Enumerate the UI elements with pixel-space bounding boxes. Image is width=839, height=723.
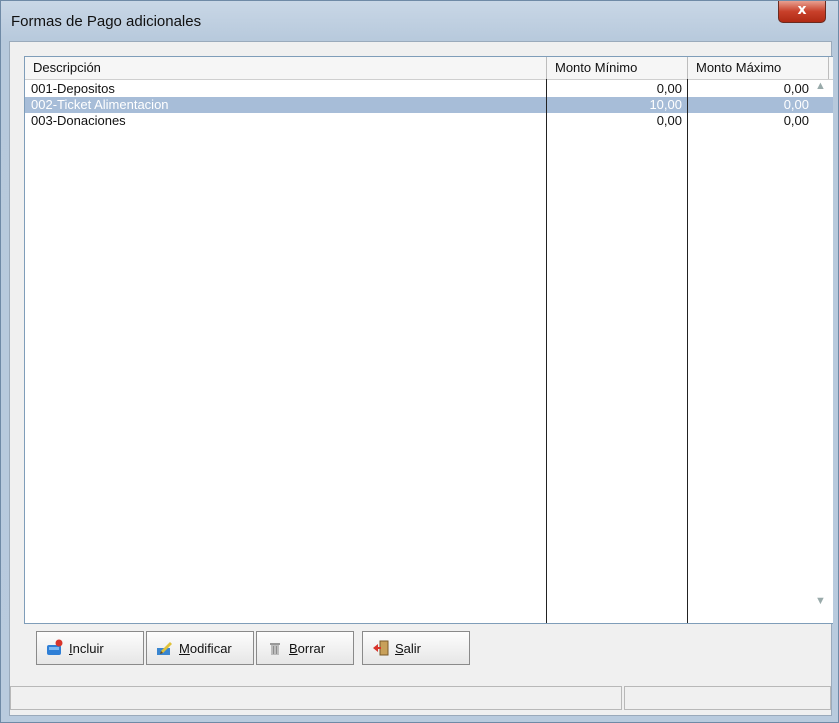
borrar-button[interactable]: Borrar: [256, 631, 354, 665]
exit-door-icon: [372, 639, 390, 657]
cell-descripcion: 002-Ticket Alimentacion: [31, 97, 169, 112]
close-button[interactable]: x: [778, 1, 826, 23]
cell-descripcion: 001-Depositos: [31, 81, 115, 96]
salir-button[interactable]: Salir: [362, 631, 470, 665]
window-title: Formas de Pago adicionales: [11, 13, 202, 30]
cell-monto-minimo: 0,00: [656, 113, 682, 128]
dialog-client-area: Descripción Monto Mínimo Monto Máximo 00…: [9, 41, 833, 716]
status-bar-panel-left: [10, 686, 622, 710]
column-divider: [687, 79, 688, 623]
cell-descripcion: 003-Donaciones: [31, 113, 126, 128]
scroll-down-arrow-icon[interactable]: ▼: [815, 595, 826, 607]
add-record-icon: [46, 639, 64, 657]
scroll-up-arrow-icon[interactable]: ▲: [815, 80, 826, 92]
column-header-descripcion[interactable]: Descripción: [25, 57, 547, 79]
payment-methods-grid[interactable]: Descripción Monto Mínimo Monto Máximo 00…: [24, 56, 833, 624]
edit-pencil-icon: [156, 639, 174, 657]
modificar-label: Modificar: [179, 640, 232, 656]
column-header-monto-minimo[interactable]: Monto Mínimo: [547, 57, 688, 79]
cell-monto-maximo: 0,00: [783, 113, 809, 128]
incluir-label: Incluir: [69, 640, 104, 656]
modificar-button[interactable]: Modificar: [146, 631, 254, 665]
trash-icon: [266, 639, 284, 657]
incluir-button[interactable]: Incluir: [36, 631, 144, 665]
cell-monto-maximo: 0,00: [783, 81, 809, 96]
status-bar-panel-right: [624, 686, 831, 710]
table-row[interactable]: 003-Donaciones 0,00 0,00: [25, 113, 833, 129]
title-bar[interactable]: Formas de Pago adicionales x: [1, 1, 838, 41]
close-icon: x: [797, 2, 807, 18]
cell-monto-minimo: 10,00: [649, 97, 682, 112]
cell-monto-maximo: 0,00: [783, 97, 809, 112]
salir-label: Salir: [395, 640, 422, 656]
table-row-selected[interactable]: 002-Ticket Alimentacion 10,00 0,00: [25, 97, 833, 113]
table-row[interactable]: 001-Depositos 0,00 0,00: [25, 81, 833, 97]
grid-header: Descripción Monto Mínimo Monto Máximo: [25, 57, 833, 80]
column-divider: [546, 79, 547, 623]
column-header-monto-maximo[interactable]: Monto Máximo: [688, 57, 829, 79]
dialog-window: Formas de Pago adicionales x Descripción…: [0, 0, 839, 723]
borrar-label: Borrar: [289, 640, 326, 656]
cell-monto-minimo: 0,00: [656, 81, 682, 96]
